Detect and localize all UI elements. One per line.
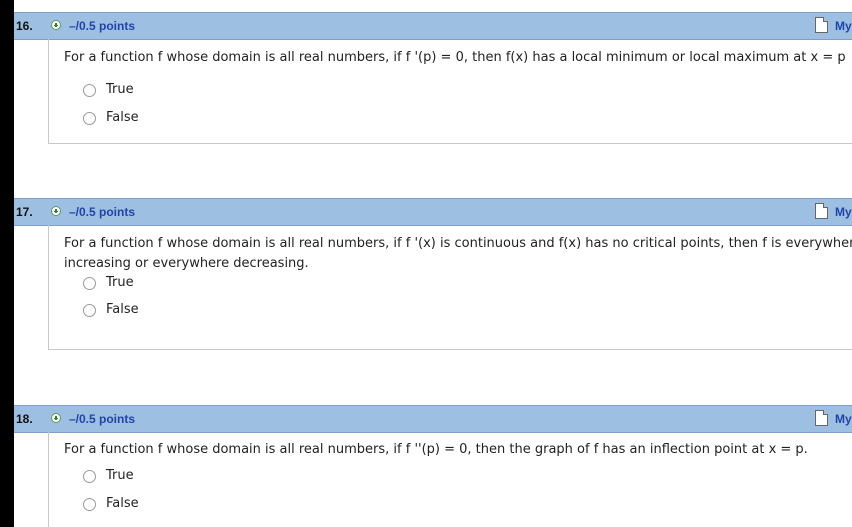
- option-label: False: [106, 110, 139, 125]
- my-notes-label[interactable]: My: [835, 19, 852, 33]
- radio-button[interactable]: [83, 84, 96, 97]
- question-header: 17. –/0.5 points My: [14, 198, 852, 226]
- radio-button[interactable]: [83, 277, 96, 290]
- points-label: –/0.5 points: [69, 412, 136, 426]
- question-18: 18. –/0.5 points My For a function f who…: [14, 405, 852, 527]
- question-number: 18.: [16, 412, 33, 426]
- question-number: 17.: [16, 205, 33, 219]
- question-17: 17. –/0.5 points My For a function f who…: [14, 198, 852, 358]
- option-label: True: [106, 275, 134, 290]
- radio-button[interactable]: [83, 498, 96, 511]
- question-header: 16. –/0.5 points My: [14, 12, 852, 40]
- option-label: True: [106, 82, 134, 97]
- question-text-line1: For a function f whose domain is all rea…: [64, 236, 852, 251]
- question-header: 18. –/0.5 points My: [14, 405, 852, 433]
- notes-page-icon: [815, 410, 828, 426]
- points-label: –/0.5 points: [69, 205, 136, 219]
- expand-plus-icon[interactable]: [51, 413, 61, 423]
- question-body: For a function f whose domain is all rea…: [48, 225, 852, 350]
- my-notes-label[interactable]: My: [835, 205, 852, 219]
- question-16: 16. –/0.5 points My For a function f who…: [14, 12, 852, 172]
- question-text-line2: increasing or everywhere decreasing.: [64, 256, 309, 271]
- notes-page-icon: [815, 17, 828, 33]
- expand-plus-icon[interactable]: [51, 20, 61, 30]
- left-window-edge: [0, 0, 14, 527]
- option-label: False: [106, 496, 139, 511]
- my-notes-label[interactable]: My: [835, 412, 852, 426]
- question-body: For a function f whose domain is all rea…: [48, 432, 852, 527]
- option-label: True: [106, 468, 134, 483]
- expand-plus-icon[interactable]: [51, 206, 61, 216]
- notes-page-icon: [815, 203, 828, 219]
- radio-button[interactable]: [83, 304, 96, 317]
- radio-button[interactable]: [83, 470, 96, 483]
- question-body: For a function f whose domain is all rea…: [48, 39, 852, 144]
- points-label: –/0.5 points: [69, 19, 136, 33]
- option-label: False: [106, 302, 139, 317]
- radio-button[interactable]: [83, 112, 96, 125]
- question-number: 16.: [16, 19, 33, 33]
- question-text: For a function f whose domain is all rea…: [64, 442, 808, 457]
- question-text: For a function f whose domain is all rea…: [64, 50, 846, 65]
